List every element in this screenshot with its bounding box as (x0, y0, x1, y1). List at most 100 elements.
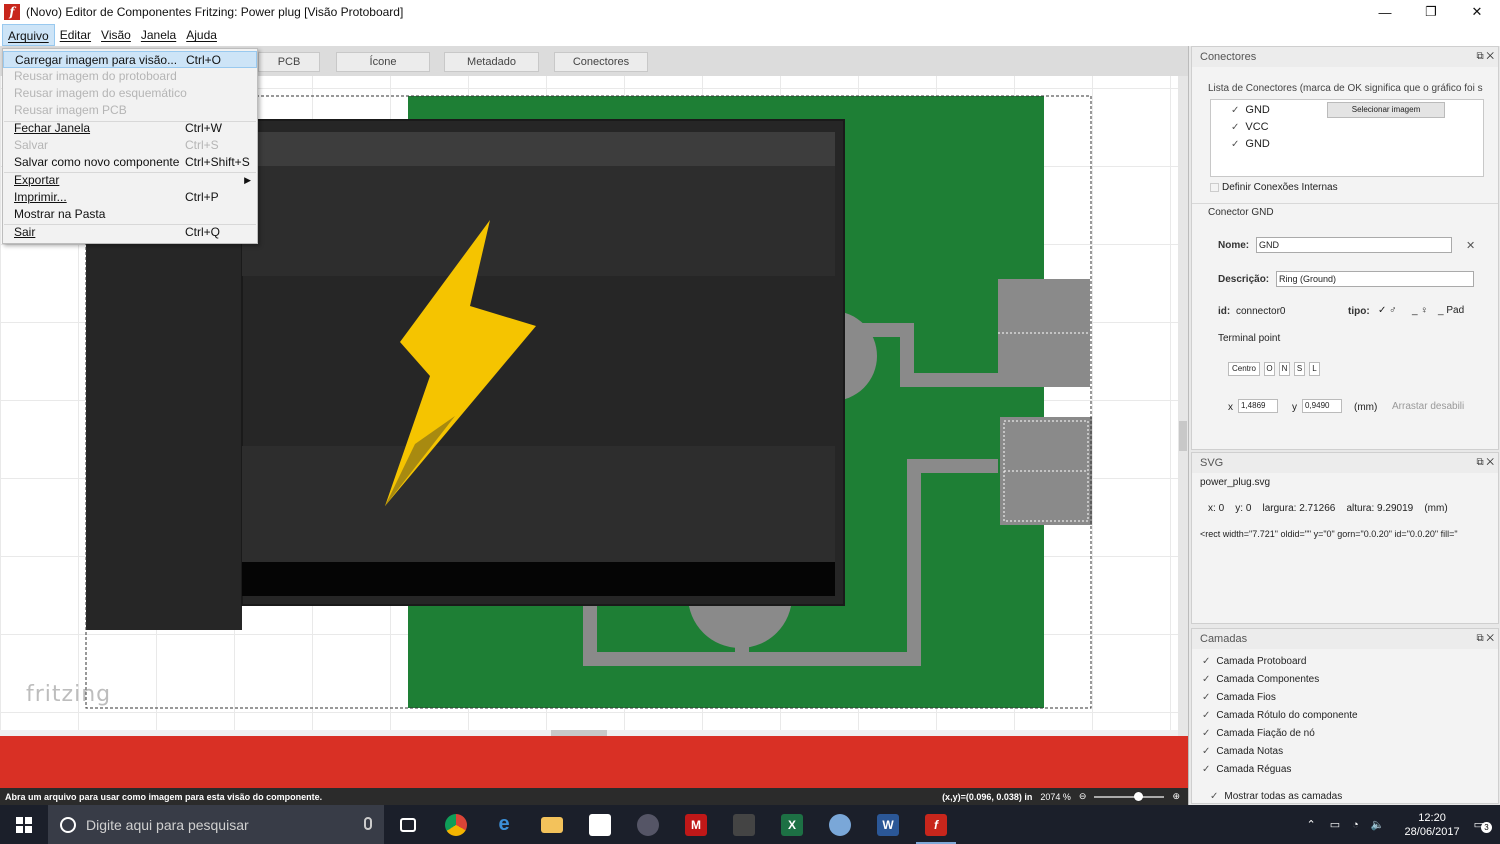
internal-connections-checkbox[interactable]: Definir Conexões Internas (1210, 182, 1338, 193)
panel-float-close-icon[interactable]: ⧉ ✕ (1476, 453, 1494, 473)
paint-icon (829, 813, 851, 836)
layer-item[interactable]: ✓ Camada Componentes (1202, 674, 1319, 685)
fritzing-app[interactable]: f (912, 805, 960, 844)
folder-icon (541, 816, 563, 833)
tab-metadado[interactable]: Metadado (444, 52, 539, 72)
maximize-button[interactable]: ❐ (1408, 0, 1454, 24)
check-icon: ✓ (1202, 764, 1211, 775)
mcafee-app[interactable]: M (672, 805, 720, 844)
calculator-app[interactable] (720, 805, 768, 844)
vertical-scrollbar[interactable] (1178, 76, 1188, 736)
id-label: id: (1218, 306, 1231, 317)
type-pad-option[interactable]: _ Pad (1438, 305, 1464, 316)
menu-export[interactable]: Exportar ▶ (3, 172, 257, 189)
x-spinbox[interactable]: 1,4869 (1238, 399, 1278, 413)
connector-list[interactable]: ✓ GND Selecionar imagem ✓ VCC ✓ GND (1210, 99, 1484, 177)
zoom-out-icon[interactable]: ⊖ (1079, 791, 1087, 802)
menu-visao[interactable]: Visão (96, 24, 136, 46)
check-icon: ✓ (1202, 656, 1211, 667)
close-button[interactable]: ✕ (1454, 0, 1500, 24)
battery-icon[interactable]: ▭ (1330, 818, 1340, 831)
panel-float-close-icon[interactable]: ⧉ ✕ (1476, 47, 1494, 67)
zoom-in-icon[interactable]: ⊕ (1172, 791, 1180, 802)
microphone-icon[interactable] (364, 817, 372, 830)
menu-reuse-breadboard: Reusar imagem do protoboard (14, 69, 177, 83)
panel-float-close-icon[interactable]: ⧉ ✕ (1476, 629, 1494, 649)
menu-save-as-new-part[interactable]: Salvar como novo componente Ctrl+Shift+S (3, 154, 257, 171)
calculator-icon (733, 813, 755, 836)
y-spinbox[interactable]: 0,9490 (1302, 399, 1342, 413)
menu-print[interactable]: Imprimir... Ctrl+P (3, 189, 257, 206)
show-all-layers[interactable]: ✓ Mostrar todas as camadas (1210, 791, 1342, 802)
start-button[interactable] (0, 805, 48, 844)
tab-conectores[interactable]: Conectores (554, 52, 648, 72)
check-icon: ✓ (1202, 746, 1211, 757)
connector-item[interactable]: ✓ VCC (1231, 121, 1269, 133)
chrome-app[interactable] (432, 805, 480, 844)
terminal-point-label: Terminal point (1218, 333, 1281, 344)
notifications-icon[interactable]: ▭ 3 (1474, 818, 1492, 833)
menu-arquivo[interactable]: Arquivo (2, 24, 55, 46)
menu-load-image[interactable]: Carregar imagem para visão... Ctrl+O (3, 51, 257, 68)
edge-app[interactable]: e (480, 805, 528, 844)
terminal-south-button[interactable]: S (1294, 362, 1305, 376)
menu-bar: Arquivo Editar Visão Janela Ajuda (0, 24, 1500, 46)
description-field[interactable]: Ring (Ground) (1276, 271, 1474, 287)
submenu-arrow-icon: ▶ (244, 175, 251, 185)
type-male-option[interactable]: ✓ ♂ (1378, 305, 1397, 316)
tab-pcb[interactable]: PCB (258, 52, 320, 72)
select-image-button[interactable]: Selecionar imagem (1327, 102, 1445, 118)
terminal-east-button[interactable]: L (1309, 362, 1320, 376)
check-icon: ✓ (1231, 139, 1240, 150)
layer-item[interactable]: ✓ Camada Réguas (1202, 764, 1291, 775)
status-bar: Abra um arquivo para usar como imagem pa… (0, 788, 1188, 805)
terminal-north-button[interactable]: N (1279, 362, 1290, 376)
menu-reuse-schematic: Reusar imagem do esquemático (14, 86, 187, 100)
file-explorer-app[interactable] (528, 805, 576, 844)
panel-title: SVG ⧉ ✕ (1192, 453, 1498, 473)
zoom-slider[interactable] (1094, 791, 1165, 801)
name-label: Nome: (1218, 240, 1250, 251)
store-app[interactable] (576, 805, 624, 844)
windows-taskbar: Digite aqui para pesquisar e M X W f ⌃ ▭… (0, 805, 1500, 844)
terminal-center-button[interactable]: Centro (1228, 362, 1260, 376)
clock[interactable]: 12:20 28/06/2017 (1405, 811, 1460, 839)
terminal-west-button[interactable]: O (1264, 362, 1275, 376)
volume-icon[interactable]: 🔈 (1371, 818, 1385, 831)
layer-item[interactable]: ✓ Camada Protoboard (1202, 656, 1306, 667)
clear-name-icon[interactable]: ✕ (1466, 239, 1475, 252)
menu-ajuda[interactable]: Ajuda (181, 24, 222, 46)
word-app[interactable]: W (864, 805, 912, 844)
layers-panel: Camadas ⧉ ✕ ✓ Camada Protoboard ✓ Camada Co… (1191, 628, 1499, 804)
layer-item[interactable]: ✓ Camada Fios (1202, 692, 1276, 703)
check-icon: ✓ (1231, 122, 1240, 133)
connector-item[interactable]: ✓ GND (1231, 138, 1270, 150)
zoom-slider-knob[interactable] (1134, 791, 1144, 801)
menu-janela[interactable]: Janela (136, 24, 181, 46)
menu-editar[interactable]: Editar (55, 24, 96, 46)
menu-show-in-folder[interactable]: Mostrar na Pasta (3, 206, 257, 223)
connector-item[interactable]: ✓ GND (1231, 104, 1270, 116)
wifi-icon[interactable]: ◔ (1352, 819, 1359, 831)
type-female-option[interactable]: _ ♀ (1412, 305, 1428, 316)
media-app[interactable] (624, 805, 672, 844)
menu-quit[interactable]: Sair Ctrl+Q (3, 224, 257, 241)
layer-item[interactable]: ✓ Camada Fiação de nó (1202, 728, 1315, 739)
taskbar-search[interactable]: Digite aqui para pesquisar (48, 805, 384, 844)
svg-element-source: <rect width="7.721" oldid="" y="0" gorn=… (1200, 529, 1458, 539)
id-value: connector0 (1236, 306, 1286, 317)
layer-item[interactable]: ✓ Camada Rótulo do componente (1202, 710, 1358, 721)
x-label: x (1228, 402, 1233, 413)
layer-item[interactable]: ✓ Camada Notas (1202, 746, 1283, 757)
chevron-up-icon[interactable]: ⌃ (1307, 818, 1316, 831)
task-view-button[interactable] (384, 805, 432, 844)
menu-reuse-pcb: Reusar imagem PCB (14, 103, 127, 117)
menu-close-window[interactable]: Fechar Janela Ctrl+W (3, 120, 257, 137)
svg-geometry: x: 0 y: 0 largura: 2.71266 altura: 9.290… (1208, 503, 1448, 514)
system-tray: ⌃ ▭ ◔ 🔈 12:20 28/06/2017 ▭ 3 (1299, 805, 1500, 844)
tab-icone[interactable]: Ícone (336, 52, 430, 72)
paint-app[interactable] (816, 805, 864, 844)
minimize-button[interactable]: — (1362, 0, 1408, 24)
excel-app[interactable]: X (768, 805, 816, 844)
name-field[interactable]: GND (1256, 237, 1452, 253)
